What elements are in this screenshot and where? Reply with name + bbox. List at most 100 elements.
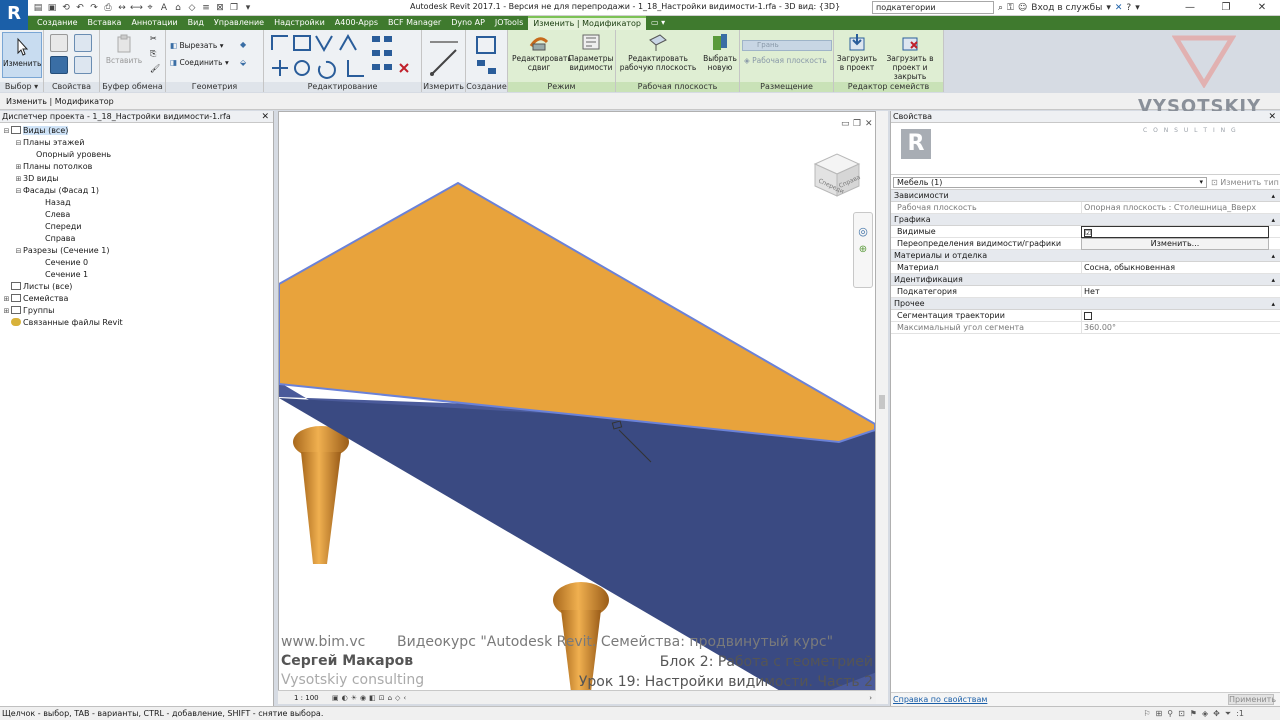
steering-wheel-icon[interactable]: ◎ (854, 225, 872, 238)
chevron-down-icon[interactable]: ▾ (1106, 3, 1111, 13)
edit-type-button[interactable]: ⊡ Изменить тип (1211, 175, 1279, 190)
group-constraints[interactable]: Зависимости ▴ (891, 190, 1280, 202)
modify-tools-icons[interactable] (268, 32, 418, 80)
switch-windows-icon[interactable]: ❐ (228, 2, 240, 14)
group-identity[interactable]: Идентификация ▴ (891, 274, 1280, 286)
collapse-icon[interactable]: ▴ (1271, 274, 1275, 286)
apply-button[interactable]: Применить (1228, 694, 1276, 705)
expand-icon[interactable]: ⊞ (2, 293, 11, 305)
properties-icon[interactable] (50, 34, 68, 52)
tab-annotate[interactable]: Аннотации (126, 16, 182, 30)
tree-item-sections[interactable]: ⊟ Разрезы (Сечение 1) (0, 245, 273, 257)
filter-icon[interactable]: ⏷ (1225, 707, 1231, 720)
paint-icon[interactable]: ⬙ (240, 58, 252, 70)
drag-elements-icon[interactable]: ✥ (1213, 707, 1220, 720)
expand-icon[interactable]: ⊞ (14, 173, 23, 185)
tree-item-elevations[interactable]: ⊟ Фасады (Фасад 1) (0, 185, 273, 197)
group-materials[interactable]: Материалы и отделка ▴ (891, 250, 1280, 262)
match-type-icon[interactable]: 🖌 (150, 64, 162, 76)
visibility-settings-button[interactable]: Параметры видимости (566, 32, 616, 72)
scrollbar-thumb[interactable] (879, 395, 885, 409)
tab-bcf-manager[interactable]: BCF Manager (383, 16, 446, 30)
section-icon[interactable]: ◇ (186, 2, 198, 14)
minimize-button[interactable]: — (1172, 0, 1208, 16)
prop-row-subcategory[interactable]: Подкатегория Нет (891, 286, 1280, 298)
open-icon[interactable]: ▤ (32, 2, 44, 14)
table-3d-model[interactable]: ▭ ❐ ✕ (279, 112, 876, 692)
viewport-vertical-scrollbar[interactable] (876, 111, 888, 704)
tree-item-ceiling-plans[interactable]: ⊞ Планы потолков (0, 161, 273, 173)
group-other[interactable]: Прочее ▴ (891, 298, 1280, 310)
view-window-controls[interactable]: ▭ ❐ ✕ (841, 119, 873, 129)
tab-create[interactable]: Создание (32, 16, 83, 30)
tab-dyno-ap[interactable]: Dyno AP (446, 16, 490, 30)
expand-icon[interactable]: ⊞ (14, 161, 23, 173)
sync-icon[interactable]: ⟲ (60, 2, 72, 14)
print-icon[interactable]: ⎙ (102, 2, 114, 14)
edit-sweep-button[interactable]: Редактировать сдвиг (512, 32, 572, 72)
subscription-icon[interactable]: ⚿ (1007, 3, 1014, 13)
tab-insert[interactable]: Вставка (83, 16, 127, 30)
tab-modify-modifier[interactable]: Изменить | Модификатор (528, 16, 646, 30)
create-group-icon[interactable] (474, 34, 500, 78)
tree-item-section-1[interactable]: Сечение 1 (0, 269, 273, 281)
tree-item-section-0[interactable]: Сечение 0 (0, 257, 273, 269)
tree-item-revit-links[interactable]: Связанные файлы Revit (0, 317, 273, 329)
edit-visibility-button[interactable]: Изменить... (1081, 238, 1269, 250)
save-icon[interactable]: ▣ (46, 2, 58, 14)
tab-a400-apps[interactable]: A400-Apps (330, 16, 383, 30)
join-geometry-button[interactable]: ◨ Соединить ▾ (170, 58, 230, 67)
type-selector-dropdown[interactable]: Мебель (1) ▾ (893, 177, 1207, 188)
infocenter-search-input[interactable]: подкатегории (872, 1, 994, 14)
collapse-icon[interactable]: ▴ (1271, 250, 1275, 262)
measure-icon[interactable] (428, 34, 460, 78)
zoom-icon[interactable]: ⊕ (854, 244, 872, 255)
select-pinned-icon[interactable]: ⚑ (1190, 707, 1197, 720)
load-into-project-button[interactable]: Загрузить в проект (836, 32, 878, 72)
scroll-right-icon[interactable]: › (869, 691, 872, 705)
help-dropdown-icon[interactable]: ▾ (1135, 3, 1140, 13)
tag-icon[interactable]: ⌖ (144, 2, 156, 14)
collapse-icon[interactable]: ⊟ (14, 245, 23, 257)
load-and-close-button[interactable]: Загрузить в проект и закрыть (878, 32, 942, 81)
cut-geometry-button[interactable]: ◧ Вырезать ▾ (170, 41, 230, 50)
search-icon[interactable]: ⌕ (998, 3, 1003, 13)
collapse-icon[interactable]: ⊟ (14, 185, 23, 197)
copy-icon[interactable]: ⎘ (150, 49, 162, 61)
maximize-button[interactable]: ❐ (1208, 0, 1244, 16)
close-icon[interactable]: ✕ (261, 111, 269, 123)
placement-work-plane-option[interactable]: ◈ Рабочая плоскость (744, 56, 832, 65)
3d-viewport[interactable]: ▭ ❐ ✕ Спереди Справа ◎ ⊕ www.bim.vc Видеок… (278, 111, 876, 704)
collapse-icon[interactable]: ⊟ (2, 125, 11, 137)
view-control-icons[interactable]: ▣◐☀◉◧⊡⌂◇‹ (332, 691, 409, 705)
face-placement-option[interactable]: Грань (742, 40, 832, 51)
viewcube[interactable]: Спереди Справа (809, 146, 865, 202)
properties-help-link[interactable]: Справка по свойствам (893, 695, 987, 704)
tree-item-front[interactable]: Спереди (0, 221, 273, 233)
collapse-icon[interactable]: ⊟ (14, 137, 23, 149)
worksets-icon[interactable]: ⚐ (1143, 707, 1150, 720)
tree-item-ref-level[interactable]: Опорный уровень (0, 149, 273, 161)
group-graphics[interactable]: Графика ▴ (891, 214, 1280, 226)
qat-customize-icon[interactable]: ▾ (242, 2, 254, 14)
cut-icon[interactable]: ✂ (150, 34, 162, 46)
prop-row-material[interactable]: Материал Сосна, обыкновенная (891, 262, 1280, 274)
tab-jotools[interactable]: JOTools (490, 16, 528, 30)
undo-icon[interactable]: ↶ (74, 2, 86, 14)
paste-button[interactable]: Вставить (104, 34, 144, 65)
tree-item-right[interactable]: Справа (0, 233, 273, 245)
dimension-icon[interactable]: ⟷ (130, 2, 143, 14)
panel-select-label[interactable]: Выбор ▾ (0, 82, 43, 92)
thin-lines-icon[interactable]: ≡ (200, 2, 212, 14)
redo-icon[interactable]: ↷ (88, 2, 100, 14)
tree-item-groups[interactable]: ⊞ Группы (0, 305, 273, 317)
edit-work-plane-button[interactable]: Редактировать рабочую плоскость (618, 32, 698, 72)
family-types-icon[interactable] (50, 56, 68, 74)
tree-item-left[interactable]: Слева (0, 209, 273, 221)
collapse-icon[interactable]: ▴ (1271, 190, 1275, 202)
ribbon-minimize-icon[interactable]: ▭ ▾ (646, 16, 670, 30)
exchange-icon[interactable]: ✕ (1115, 3, 1123, 13)
pick-new-host-button[interactable]: Выбрать новую (700, 32, 740, 72)
tree-item-floor-plans[interactable]: ⊟ Планы этажей (0, 137, 273, 149)
tree-item-views-all[interactable]: ⊟ Виды (все) (0, 125, 273, 137)
